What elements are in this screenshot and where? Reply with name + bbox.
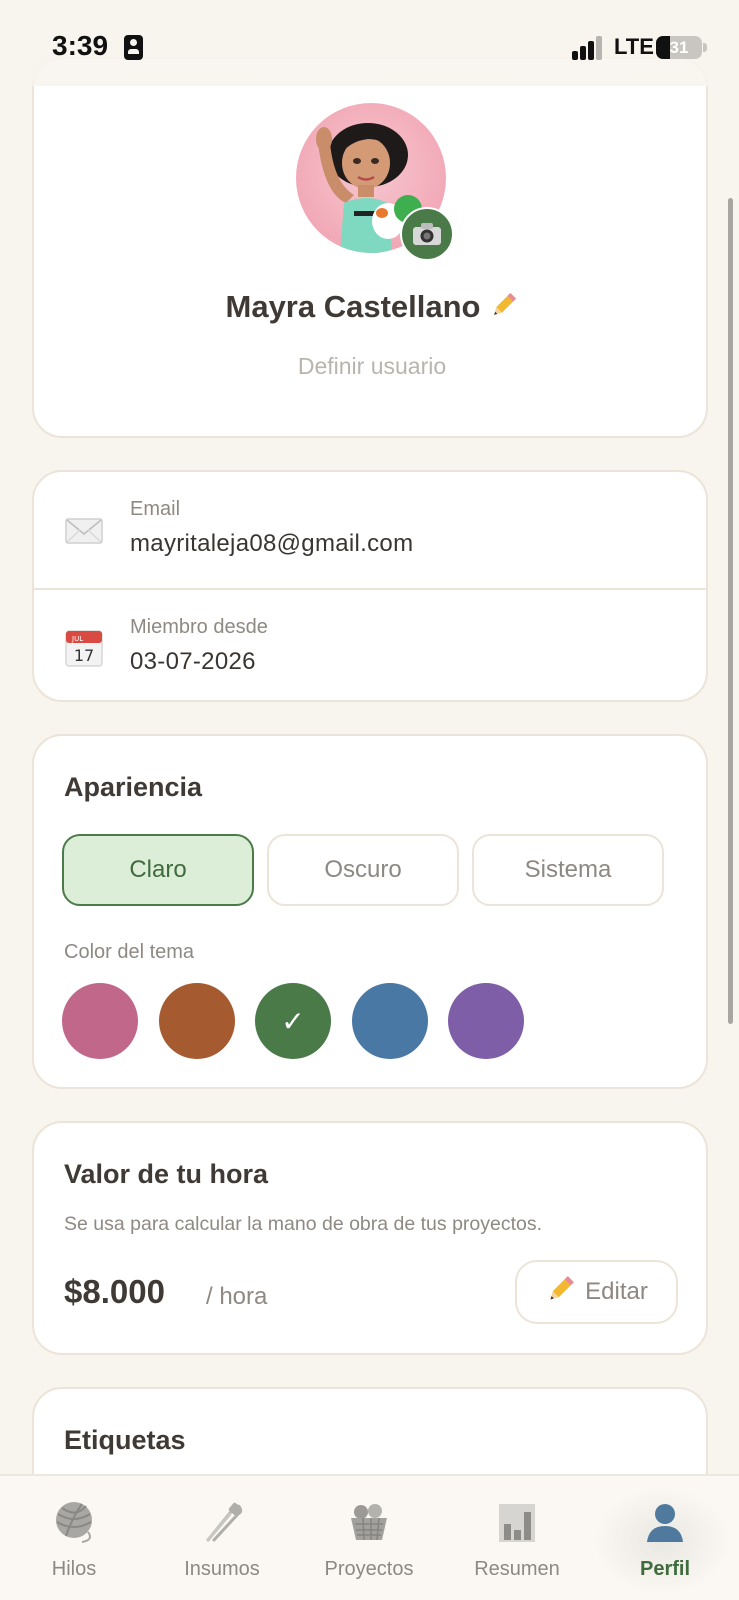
theme-system-button[interactable]: Sistema <box>472 834 664 906</box>
hourly-rate-unit: / hora <box>206 1283 268 1310</box>
nav-item-resumen[interactable]: Resumen <box>443 1476 591 1600</box>
basket-icon <box>347 1500 391 1544</box>
battery-level: 31 <box>669 38 689 57</box>
member-since-label: Miembro desde <box>130 616 268 638</box>
avatar-container[interactable] <box>296 103 456 263</box>
signal-icon <box>572 36 606 60</box>
battery-tip <box>703 43 707 52</box>
nav-item-proyectos[interactable]: Proyectos <box>295 1476 443 1600</box>
battery-icon: 31 <box>656 36 702 59</box>
member-since-row: JUL 17 Miembro desde 03-07-2026 <box>34 588 706 702</box>
profile-name-text: Mayra Castellano <box>225 289 481 324</box>
nav-label-proyectos: Proyectos <box>324 1558 414 1580</box>
id-card-icon <box>124 35 143 60</box>
calendar-month: JUL <box>71 635 83 643</box>
status-time: 3:39 <box>52 30 109 61</box>
profile-name[interactable]: Mayra Castellano <box>34 289 710 328</box>
color-swatch-pink[interactable] <box>62 983 138 1059</box>
yarn-ball-icon <box>52 1500 96 1544</box>
nav-label-insumos: Insumos <box>184 1558 260 1580</box>
status-bar: 3:39 LTE 31 <box>0 0 739 86</box>
account-info-card: Email mayritaleja08@gmail.com JUL 17 Mie… <box>32 470 708 702</box>
theme-light-button[interactable]: Claro <box>62 834 254 906</box>
profile-screen: 3:39 LTE 31 Mayra Castellano Definir usu… <box>0 0 739 1600</box>
network-type: LTE <box>614 34 654 59</box>
email-row: Email mayritaleja08@gmail.com <box>34 472 706 586</box>
tags-title: Etiquetas <box>64 1425 186 1455</box>
check-icon: ✓ <box>281 1005 305 1037</box>
hourly-rate-title: Valor de tu hora <box>64 1159 269 1189</box>
color-swatch-orange[interactable] <box>159 983 235 1059</box>
color-swatch-green[interactable]: ✓ <box>255 983 331 1059</box>
hourly-rate-card: Valor de tu hora Se usa para calcular la… <box>32 1121 708 1355</box>
nav-item-insumos[interactable]: Insumos <box>148 1476 296 1600</box>
color-swatch-blue[interactable] <box>352 983 428 1059</box>
member-since-value: 03-07-2026 <box>130 648 256 675</box>
safety-pin-icon <box>200 1500 244 1544</box>
pencil-icon[interactable] <box>489 290 519 328</box>
email-label: Email <box>130 498 181 520</box>
profile-card: Mayra Castellano Definir usuario <box>32 57 708 438</box>
color-swatch-purple[interactable] <box>448 983 524 1059</box>
calendar-icon: JUL 17 <box>64 628 104 668</box>
calendar-day: 17 <box>74 646 94 665</box>
nav-label-perfil: Perfil <box>639 1558 691 1580</box>
nav-item-perfil[interactable]: Perfil <box>591 1476 739 1600</box>
edit-rate-label: Editar <box>585 1278 648 1305</box>
camera-icon[interactable] <box>400 207 454 261</box>
envelope-icon <box>64 510 104 550</box>
appearance-card: Apariencia Claro Oscuro Sistema Color de… <box>32 734 708 1089</box>
email-value: mayritaleja08@gmail.com <box>130 530 414 557</box>
theme-color-label: Color del tema <box>64 941 195 963</box>
nav-label-resumen: Resumen <box>474 1558 560 1580</box>
theme-dark-button[interactable]: Oscuro <box>267 834 459 906</box>
person-icon <box>643 1500 687 1544</box>
bottom-nav: Hilos Insumos Proyectos Resumen Perfil <box>0 1474 739 1600</box>
edit-rate-button[interactable]: Editar <box>515 1260 678 1324</box>
scrollbar[interactable] <box>728 198 733 1024</box>
appearance-title: Apariencia <box>64 772 203 802</box>
username-placeholder[interactable]: Definir usuario <box>34 353 710 380</box>
bar-chart-icon <box>495 1500 539 1544</box>
pencil-icon <box>545 1273 577 1312</box>
nav-label-hilos: Hilos <box>51 1558 97 1580</box>
nav-item-hilos[interactable]: Hilos <box>0 1476 148 1600</box>
hourly-rate-subtitle: Se usa para calcular la mano de obra de … <box>64 1213 543 1235</box>
hourly-rate-amount: $8.000 <box>64 1273 165 1310</box>
